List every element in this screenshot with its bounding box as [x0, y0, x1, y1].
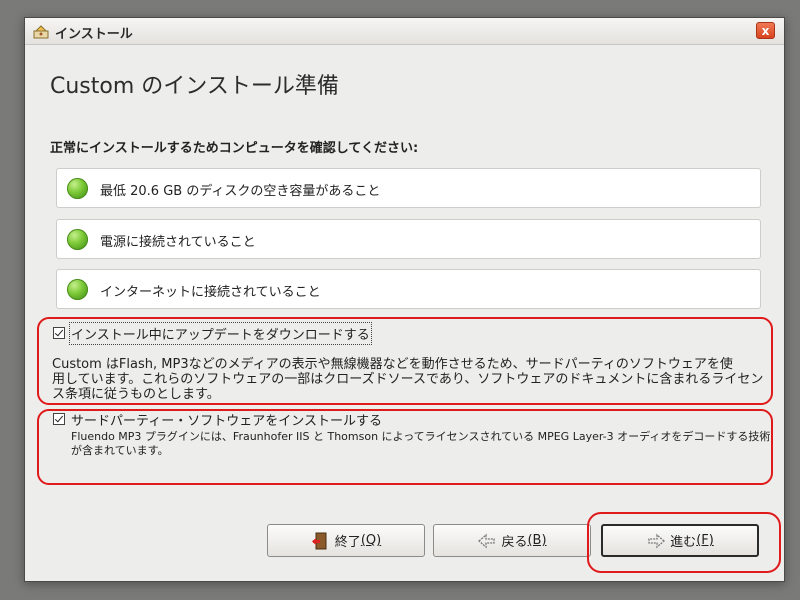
third-party-checkbox[interactable]: [53, 413, 65, 425]
window-title: インストール: [55, 27, 133, 42]
installer-app-icon: [33, 25, 49, 39]
third-party-description: Fluendo MP3 プラグインには、Fraunhofer IIS と Tho…: [71, 430, 770, 458]
description-line: 用しています。これらのソフトウェアの一部はクローズドソースであり、ソフトウェアの…: [52, 372, 764, 387]
description-line: Fluendo MP3 プラグインには、Fraunhofer IIS と Tho…: [71, 430, 771, 443]
requirement-label: 最低 20.6 GB のディスクの空き容量があること: [100, 184, 381, 199]
description-line: が含まれています。: [71, 444, 169, 457]
back-button-mnemonic: (B): [527, 533, 547, 548]
requirement-label: 電源に接続されていること: [100, 235, 256, 250]
download-updates-description: Custom はFlash, MP3などのメディアの表示や無線機器などを動作させ…: [52, 357, 763, 402]
page-title: Custom のインストール準備: [50, 74, 339, 99]
requirement-internet: インターネットに接続されていること: [56, 269, 761, 309]
forward-button-label: 進む: [670, 535, 697, 550]
quit-button-label: 終了: [334, 535, 361, 550]
requirement-power: 電源に接続されていること: [56, 219, 761, 259]
description-line: Custom はFlash, MP3などのメディアの表示や無線機器などを動作させ…: [52, 357, 733, 372]
installer-window: インストール x Custom のインストール準備 正常にインストールするためコ…: [24, 17, 785, 582]
forward-button[interactable]: 進む (F): [601, 524, 759, 557]
download-updates-checkbox[interactable]: [53, 327, 65, 339]
status-ok-icon: [67, 229, 88, 250]
requirement-label: インターネットに接続されていること: [100, 285, 321, 300]
quit-button-mnemonic: (Q): [360, 533, 382, 548]
third-party-option[interactable]: サードパーティー・ソフトウェアをインストールする: [53, 410, 382, 429]
exit-door-icon: [311, 532, 327, 549]
download-updates-option[interactable]: インストール中にアップデートをダウンロードする: [53, 321, 372, 345]
description-line: ス条項に従うものとします。: [52, 387, 220, 402]
back-button[interactable]: 戻る (B): [433, 524, 591, 557]
status-ok-icon: [67, 279, 88, 300]
title-bar[interactable]: インストール x: [25, 18, 784, 45]
requirement-disk-space: 最低 20.6 GB のディスクの空き容量があること: [56, 168, 761, 208]
close-button[interactable]: x: [756, 22, 775, 39]
requirements-heading: 正常にインストールするためコンピュータを確認してください:: [50, 141, 419, 156]
forward-arrow-icon: [648, 533, 666, 548]
forward-button-mnemonic: (F): [696, 533, 714, 548]
back-button-label: 戻る: [501, 535, 528, 550]
close-icon: x: [761, 24, 770, 38]
third-party-label[interactable]: サードパーティー・ソフトウェアをインストールする: [71, 410, 382, 429]
download-updates-label[interactable]: インストール中にアップデートをダウンロードする: [69, 321, 372, 345]
back-arrow-icon: [478, 533, 496, 548]
status-ok-icon: [67, 178, 88, 199]
quit-button[interactable]: 終了 (Q): [267, 524, 425, 557]
